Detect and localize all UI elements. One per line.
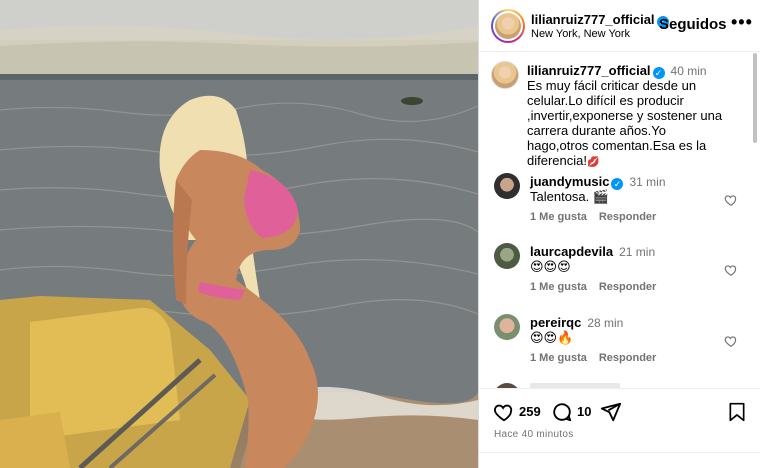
comment-text: 😍😍🔥 [530, 330, 574, 345]
comment-icon[interactable] [551, 401, 573, 423]
author-name-row: lilianruiz777_official ✓ [531, 11, 669, 29]
commenter-avatar[interactable] [494, 243, 520, 269]
post-panel: lilianruiz777_official ✓ New York, New Yo… [478, 0, 760, 468]
verified-icon: ✓ [611, 178, 624, 190]
author-username[interactable]: lilianruiz777_official [531, 12, 655, 27]
commenter-username[interactable]: juandymusic [530, 174, 609, 189]
comment-actions: 1 Me gusta Responder [530, 352, 656, 364]
caption-text: Es muy fácil criticar desde un celular.L… [527, 78, 723, 170]
post-photo-scene [0, 0, 478, 468]
heart-outline-icon[interactable] [724, 334, 738, 348]
comment-likes[interactable]: 1 Me gusta [530, 211, 587, 223]
comment-actions: 1 Me gusta Responder [530, 281, 656, 293]
comments-list[interactable]: lilianruiz777_official ✓ 40 min Es muy fác… [479, 53, 760, 388]
send-icon[interactable] [600, 401, 622, 423]
post-location[interactable]: New York, New York [531, 28, 630, 40]
post-actions-bar: 259 10 Hace 40 minutos [479, 388, 760, 468]
comment-text: Talentosa. 🎬 [530, 189, 610, 204]
reply-button[interactable]: Responder [599, 352, 656, 364]
comment-time: 21 min [619, 245, 656, 259]
comment-time: 28 min [587, 316, 624, 330]
comment-item: pereirqc 28 min 😍😍🔥 1 Me gusta Responder [491, 314, 753, 380]
commenter-avatar[interactable] [494, 173, 520, 199]
commenter-username[interactable]: pereirqc [530, 315, 581, 330]
comments-scrollbar[interactable] [753, 53, 757, 143]
heart-icon[interactable] [493, 401, 515, 423]
sky-horizon-glow [0, 40, 478, 78]
post-date[interactable]: Hace 40 minutos [494, 429, 574, 440]
reply-button[interactable]: Responder [599, 281, 656, 293]
caption-avatar[interactable] [491, 61, 519, 89]
kiss-emoji: 💋 [586, 157, 600, 168]
author-avatar[interactable] [491, 9, 525, 43]
comment-likes[interactable]: 1 Me gusta [530, 281, 587, 293]
likes-count[interactable]: 259 [519, 404, 541, 419]
comment-likes[interactable]: 1 Me gusta [530, 352, 587, 364]
post-header: lilianruiz777_official ✓ New York, New Yo… [479, 0, 760, 52]
comment-item: laurcapdevila 21 min 😍😍😍 1 Me gusta Respon… [491, 243, 753, 309]
comments-count[interactable]: 10 [577, 404, 591, 419]
caption-time: 40 min [670, 64, 707, 78]
commenter-avatar[interactable] [494, 314, 520, 340]
caption-username[interactable]: lilianruiz777_official [527, 63, 651, 78]
horizon-shore [0, 74, 478, 80]
heart-outline-icon[interactable] [724, 193, 738, 207]
heart-outline-icon[interactable] [724, 263, 738, 277]
reply-button[interactable]: Responder [599, 211, 656, 223]
bookmark-icon[interactable] [727, 401, 747, 423]
post-photo[interactable] [0, 0, 478, 468]
commenter-username[interactable]: laurcapdevila [530, 244, 613, 259]
comment-actions: 1 Me gusta Responder [530, 211, 656, 223]
more-options-icon[interactable]: ••• [731, 12, 753, 33]
floating-object [401, 97, 423, 105]
caption-body: Es muy fácil criticar desde un celular.L… [527, 78, 723, 168]
comment-text: 😍😍😍 [530, 259, 571, 274]
comment-item: juandymusic ✓ 31 min Talentosa. 🎬 1 Me gus… [491, 173, 753, 239]
add-comment-area[interactable] [479, 452, 760, 468]
comment-time: 31 min [629, 175, 666, 189]
following-button[interactable]: Seguidos [659, 16, 727, 33]
boat-front [0, 412, 70, 468]
